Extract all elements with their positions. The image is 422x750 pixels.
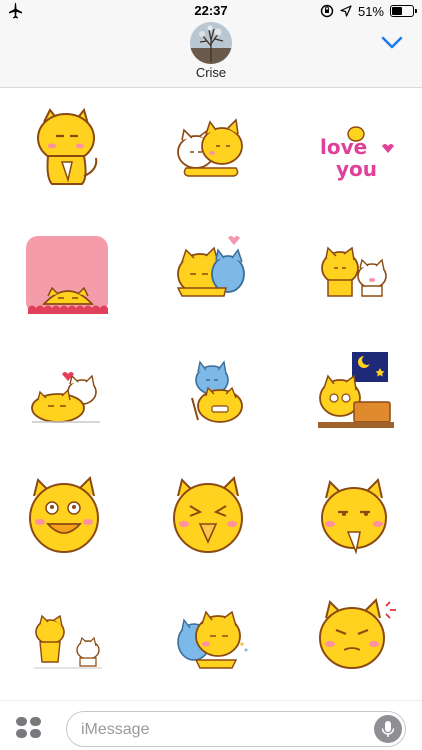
avatar-photo [190,22,232,64]
microphone-button[interactable] [374,715,402,743]
imessage-placeholder: iMessage [81,721,150,738]
sticker-cell[interactable] [300,584,410,684]
yellow-cat-sitting-sticker[interactable] [12,96,122,196]
microphone-icon [381,721,395,737]
laughing-cat-sticker[interactable] [156,462,266,562]
sticker-cell[interactable] [12,462,122,562]
app-drawer-icon[interactable] [16,717,42,739]
cats-lying-heart-sticker[interactable] [12,340,122,440]
sticker-cell[interactable] [156,340,266,440]
sticker-cell[interactable]: love you [300,96,410,196]
sticker-grid: love you [0,88,422,700]
message-input-bar: iMessage [0,700,422,750]
cat-at-laptop-night-sticker[interactable] [300,340,410,440]
sticker-cell[interactable] [156,218,266,318]
annoyed-cat-sticker[interactable] [300,584,410,684]
location-arrow-icon [340,5,352,17]
sticker-cell[interactable] [156,462,266,562]
status-bar: 22:37 51% [0,0,422,22]
smug-cat-sticker[interactable] [300,462,410,562]
sticker-cell[interactable] [300,218,410,318]
conversation-header: Crise [0,22,422,88]
yellow-cat-and-white-cat-sticker[interactable] [300,218,410,318]
love-you-sticker[interactable]: love you [300,96,410,196]
sticker-cell[interactable] [12,218,122,318]
sticker-cell[interactable] [156,584,266,684]
svg-text:love: love [320,135,367,159]
battery-level [392,7,403,15]
cats-cuddling-sticker[interactable] [156,584,266,684]
sticker-cell[interactable] [300,462,410,562]
sticker-cell[interactable] [300,340,410,440]
battery-icon [390,5,417,17]
contact-name[interactable]: Crise [0,65,422,80]
sticker-cell[interactable] [12,584,122,684]
cats-walking-sticker[interactable] [12,584,122,684]
cat-peeking-pink-sign-sticker[interactable] [12,218,122,318]
yellow-and-white-cats-hugging-sticker[interactable] [156,96,266,196]
contact-avatar[interactable] [190,22,232,64]
orientation-lock-icon [320,4,334,18]
excited-cat-sticker[interactable] [12,462,122,562]
sticker-cell[interactable] [12,340,122,440]
sticker-cell[interactable] [12,96,122,196]
status-right-group: 51% [320,3,417,19]
svg-text:you: you [336,157,377,181]
sticker-cell[interactable] [156,96,266,196]
blue-cat-on-yellow-cat-sticker[interactable] [156,340,266,440]
chevron-down-icon[interactable] [380,34,404,52]
battery-percent: 51% [357,3,384,19]
yellow-cat-hugging-blue-cat-sticker[interactable] [156,218,266,318]
imessage-input[interactable]: iMessage [66,711,406,747]
